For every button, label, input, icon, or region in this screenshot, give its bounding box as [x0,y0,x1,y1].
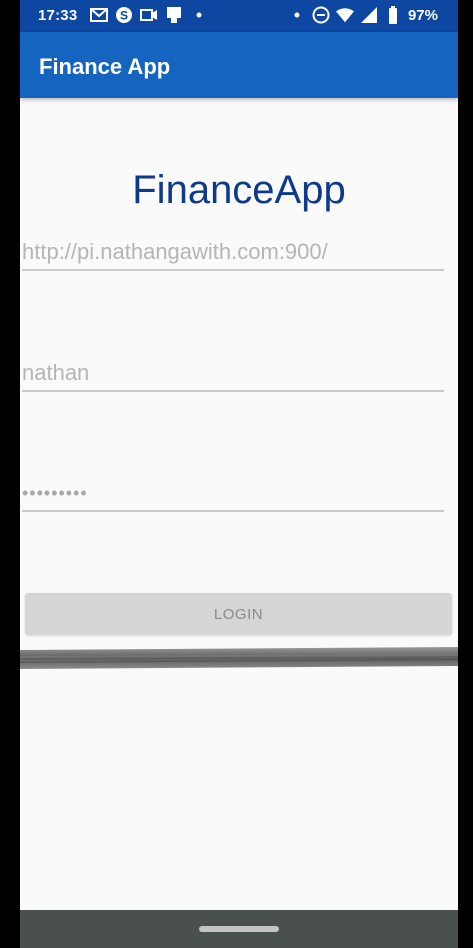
render-glitch-band [20,647,458,669]
status-time: 17:33 [38,7,78,24]
wifi-icon [335,6,354,24]
system-icons: 97% [288,6,438,24]
notification-icons: S [90,6,208,24]
app-bar: Finance App [20,32,458,98]
battery-icon [384,6,402,24]
username-field[interactable]: nathan [22,356,444,392]
video-icon [140,6,158,24]
app-bar-title: Finance App [39,54,171,79]
brand-title: FinanceApp [132,168,346,212]
cast-icon [165,6,183,24]
login-button[interactable]: LOGIN [25,593,452,635]
home-gesture-handle[interactable] [199,926,279,932]
left-black-border [0,0,20,948]
s-app-icon: S [115,6,133,24]
gmail-icon [90,6,108,24]
right-black-border [458,0,473,948]
status-bar: 17:33 S 97% [20,0,458,32]
phone-screen: 17:33 S 97% Finance App FinanceApp http:… [20,0,458,948]
signal-icon [360,6,378,24]
server-url-field[interactable]: http://pi.nathangawith.com:900/ [22,235,444,271]
do-not-disturb-icon [312,6,330,24]
battery-percentage: 97% [407,6,438,24]
password-field[interactable]: ••••••••• [22,476,444,512]
dot-icon [288,6,306,24]
svg-text:S: S [120,9,128,23]
navigation-bar [20,910,458,948]
dot-icon [190,6,208,24]
